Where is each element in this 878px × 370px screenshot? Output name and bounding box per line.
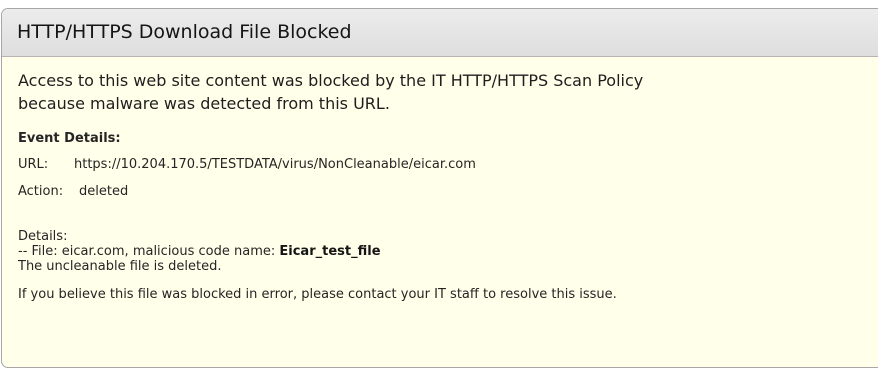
event-details-heading: Event Details: [18,131,121,146]
file-detail-line: -- File: eicar.com, malicious code name:… [18,244,878,259]
action-label: Action: [18,184,64,199]
url-label: URL: [18,157,49,172]
file-detail-prefix: -- File: eicar.com, malicious code name: [18,244,280,259]
block-message-line-1: Access to this web site content was bloc… [18,71,644,90]
blocked-url-value: https://10.204.170.5/TESTDATA/virus/NonC… [74,157,476,172]
block-message-line-2: because malware was detected from this U… [18,94,390,113]
file-result-line: The uncleanable file is deleted. [18,259,222,274]
blocked-file-panel: HTTP/HTTPS Download File Blocked Access … [1,8,878,368]
details-heading: Details: [18,229,68,244]
panel-body: Access to this web site content was bloc… [2,57,878,304]
url-detail-row: URL: https://10.204.170.5/TESTDATA/virus… [18,156,878,174]
page-title: HTTP/HTTPS Download File Blocked [17,21,352,43]
block-message: Access to this web site content was bloc… [18,57,878,115]
details-block: Details: -- File: eicar.com, malicious c… [18,229,878,274]
panel-header: HTTP/HTTPS Download File Blocked [2,9,878,57]
action-detail-row: Action: deleted [18,183,878,201]
action-value: deleted [79,184,129,199]
support-note: If you believe this file was blocked in … [18,287,617,302]
malware-name: Eicar_test_file [279,244,381,259]
